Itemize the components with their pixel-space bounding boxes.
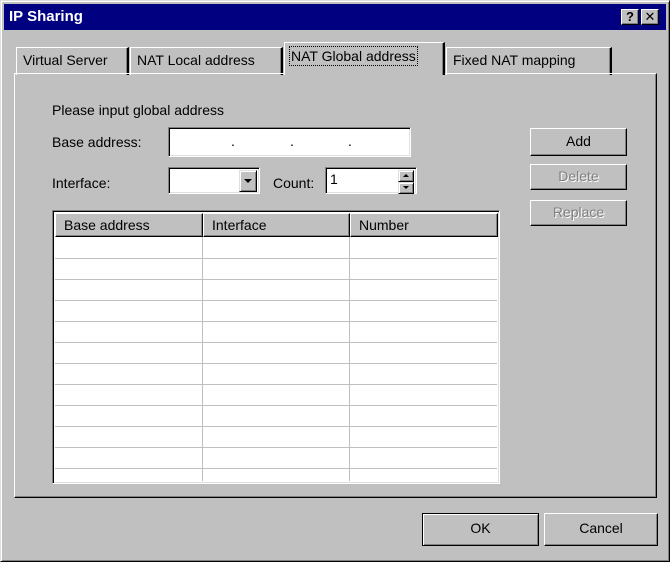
tab-label: Fixed NAT mapping [453,52,576,68]
tab-label: Virtual Server [23,52,108,68]
count-decrement-button[interactable] [398,182,414,194]
delete-button-label: Delete [558,168,599,184]
ip-separator: . [348,133,352,149]
arrow-up-icon [403,174,409,177]
column-header-interface[interactable]: Interface [203,213,350,237]
interface-select[interactable] [168,167,260,194]
count-label: Count: [273,175,315,191]
row-gridline [55,468,497,469]
chevron-down-icon [244,179,252,183]
arrow-down-icon [403,186,409,189]
row-gridline [55,258,497,259]
add-button[interactable]: Add [530,128,627,156]
row-gridline [55,447,497,448]
column-header-number[interactable]: Number [350,213,498,237]
row-gridline [55,405,497,406]
replace-button-label: Replace [552,204,605,220]
tab-nat-global-address[interactable]: NAT Global address [284,42,445,75]
column-header-base-address[interactable]: Base address [55,213,203,237]
column-header-label: Base address [64,217,150,233]
replace-button[interactable]: Replace [530,200,627,226]
ip-separator: . [231,133,235,149]
count-increment-button[interactable] [398,170,414,182]
row-gridline [55,300,497,301]
base-address-label: Base address: [52,134,142,150]
tab-label: NAT Local address [137,52,255,68]
close-icon: ✕ [644,9,656,24]
row-gridline [55,426,497,427]
ip-separator: . [290,133,294,149]
close-button[interactable]: ✕ [641,9,659,25]
tab-nat-local-address[interactable]: NAT Local address [130,47,283,75]
ip-sharing-dialog: IP Sharing ? ✕ Virtual Server NAT Local … [0,0,670,562]
add-button-label: Add [566,133,591,149]
delete-button[interactable]: Delete [530,164,627,190]
column-divider [202,237,203,481]
help-icon: ? [626,9,634,24]
window-title: IP Sharing [9,8,83,25]
base-address-field[interactable]: . . . [168,127,411,157]
ok-button[interactable]: OK [422,513,539,546]
interface-dropdown-button[interactable] [239,170,257,192]
global-address-table[interactable]: Base address Interface Number [52,210,500,484]
row-gridline [55,363,497,364]
cancel-button-label: Cancel [579,520,623,536]
tab-fixed-nat-mapping[interactable]: Fixed NAT mapping [446,47,612,75]
tab-virtual-server[interactable]: Virtual Server [16,47,129,75]
cancel-button[interactable]: Cancel [544,513,658,546]
input-prompt: Please input global address [52,102,225,118]
column-header-label: Interface [212,217,267,233]
row-gridline [55,279,497,280]
count-stepper[interactable]: 1 [325,167,417,194]
column-header-label: Number [359,217,409,233]
tab-panel-nat-global-address: Please input global address Base address… [14,73,657,498]
count-value[interactable]: 1 [330,171,338,187]
row-gridline [55,384,497,385]
help-button[interactable]: ? [621,9,639,25]
interface-label: Interface: [52,175,111,191]
ok-button-label: OK [470,520,491,536]
title-bar[interactable]: IP Sharing ? ✕ [4,4,666,30]
tab-label: NAT Global address [289,46,418,66]
row-gridline [55,342,497,343]
column-divider [349,237,350,481]
row-gridline [55,321,497,322]
